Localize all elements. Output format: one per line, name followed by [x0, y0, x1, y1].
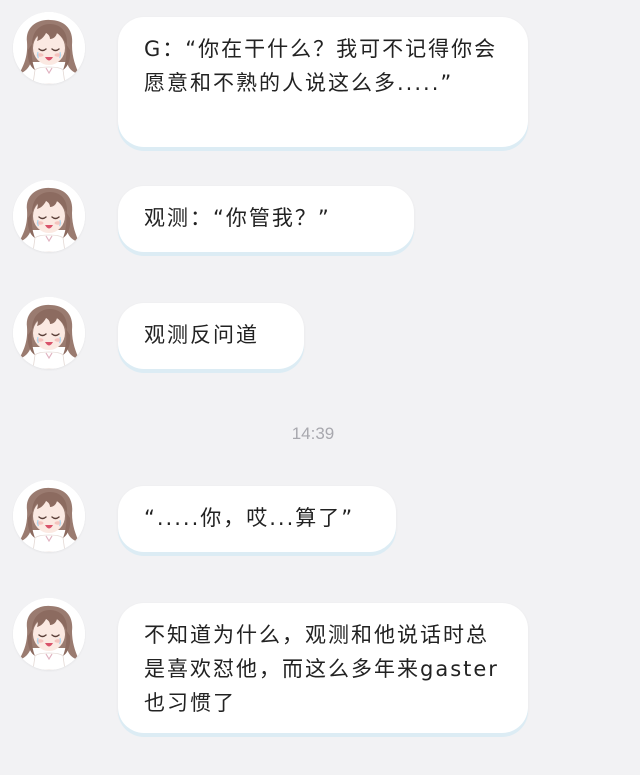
message-bubble[interactable]: G：“你在干什么？我可不记得你会愿意和不熟的人说这么多.....” [118, 17, 528, 147]
message-bubble[interactable]: 观测：“你管我？” [118, 186, 414, 252]
anime-girl-avatar-icon[interactable] [13, 297, 85, 369]
anime-girl-avatar-icon[interactable] [13, 598, 85, 670]
chat-thread: G：“你在干什么？我可不记得你会愿意和不熟的人说这么多.....” 观测：“你管… [0, 0, 640, 775]
message-bubble[interactable]: 观测反问道 [118, 303, 304, 369]
message-bubble[interactable]: “.....你，哎...算了” [118, 486, 396, 552]
timestamp: 14:39 [291, 424, 335, 443]
anime-girl-avatar-icon[interactable] [13, 12, 85, 84]
anime-girl-avatar-icon[interactable] [13, 180, 85, 252]
message-bubble[interactable]: 不知道为什么，观测和他说话时总是喜欢怼他，而这么多年来gaster也习惯了 [118, 603, 528, 733]
anime-girl-avatar-icon[interactable] [13, 480, 85, 552]
